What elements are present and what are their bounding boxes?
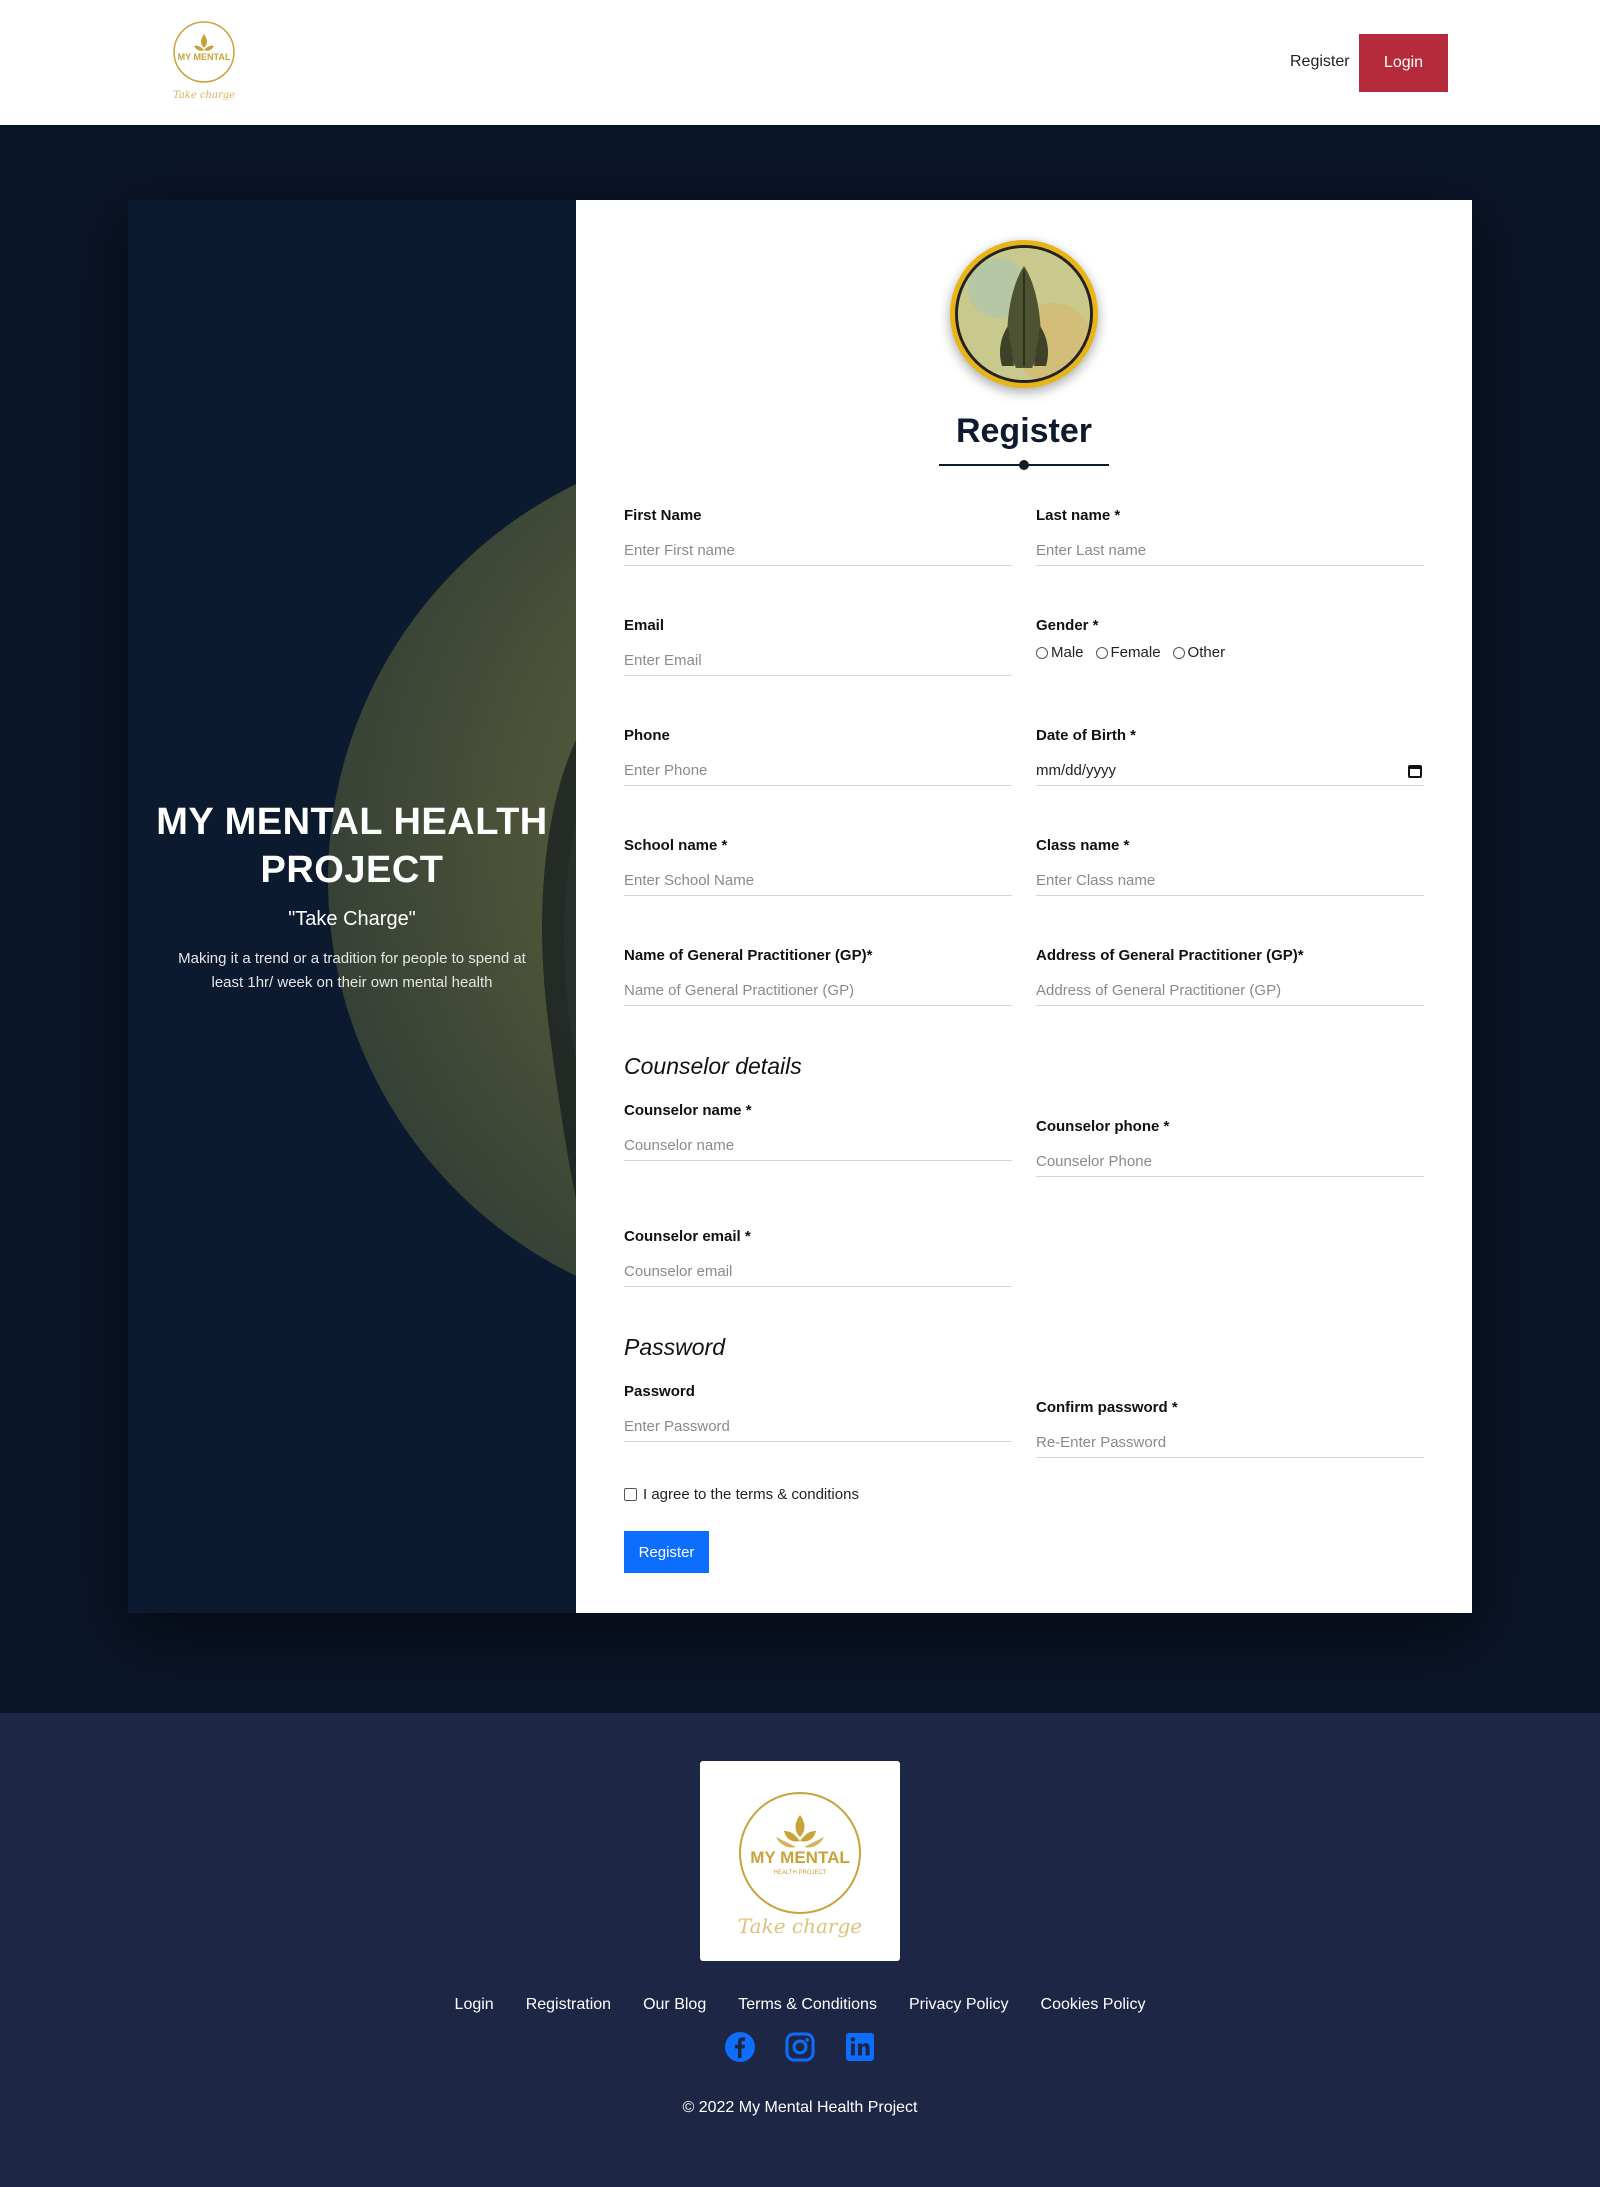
last-name-field: Last name * [1036, 507, 1424, 566]
calendar-icon[interactable] [1408, 765, 1422, 778]
phone-input[interactable] [624, 756, 1012, 786]
counselor-section-heading: Counselor details [624, 1053, 802, 1079]
footer-link-cookies[interactable]: Cookies Policy [1041, 1996, 1146, 2014]
last-name-label: Last name * [1036, 507, 1121, 524]
class-input[interactable] [1036, 866, 1424, 896]
gender-other-option[interactable]: Other [1172, 644, 1225, 661]
hero-panel: MY MENTAL HEALTH PROJECT "Take Charge" M… [128, 200, 576, 1613]
gender-female-option[interactable]: Female [1095, 644, 1161, 661]
email-label: Email [624, 617, 665, 634]
gp-name-label: Name of General Practitioner (GP)* [624, 947, 873, 964]
counselor-name-field: Counselor name * [624, 1102, 1012, 1161]
register-form: Register First Name Last name * Email Ge… [576, 200, 1472, 1613]
email-field: Email [624, 617, 1012, 676]
gp-address-field: Address of General Practitioner (GP)* [1036, 947, 1424, 1006]
footer-links: Login Registration Our Blog Terms & Cond… [0, 1996, 1600, 2014]
school-input[interactable] [624, 866, 1012, 896]
dob-field: Date of Birth * mm/dd/yyyy [1036, 727, 1424, 786]
svg-text:Take charge: Take charge [738, 1914, 862, 1938]
hero-tagline: "Take Charge" [288, 908, 416, 930]
first-name-label: First Name [624, 507, 702, 524]
instagram-icon[interactable] [784, 2031, 816, 2063]
radio-button[interactable] [1172, 646, 1185, 659]
site-footer: MY MENTAL HEALTH PROJECT Take charge Log… [0, 1713, 1600, 2187]
site-header: MY MENTAL Take charge Register Login [0, 0, 1600, 125]
register-submit-button[interactable]: Register [624, 1531, 709, 1573]
copyright: © 2022 My Mental Health Project [682, 2099, 918, 2116]
phone-label: Phone [624, 727, 670, 744]
password-input[interactable] [624, 1412, 1012, 1442]
email-input[interactable] [624, 646, 1012, 676]
social-links [0, 2031, 1600, 2063]
first-name-field: First Name [624, 507, 1012, 566]
gp-name-input[interactable] [624, 976, 1012, 1006]
password-section-heading: Password [624, 1334, 725, 1360]
footer-link-login[interactable]: Login [455, 1996, 494, 2014]
class-label: Class name * [1036, 837, 1130, 854]
counselor-phone-label: Counselor phone * [1036, 1118, 1170, 1135]
svg-text:MY MENTAL: MY MENTAL [178, 52, 231, 62]
svg-text:Take charge: Take charge [173, 90, 235, 101]
counselor-name-input[interactable] [624, 1131, 1012, 1161]
avatar [950, 240, 1098, 388]
counselor-name-label: Counselor name * [624, 1102, 752, 1119]
hero-text: MY MENTAL HEALTH PROJECT "Take Charge" M… [128, 798, 576, 995]
gender-field: Gender * Male Female Other [1036, 617, 1424, 661]
first-name-input[interactable] [624, 536, 1012, 566]
password-field: Password [624, 1383, 1012, 1442]
counselor-phone-field: Counselor phone * [1036, 1118, 1424, 1177]
facebook-icon[interactable] [724, 2031, 756, 2063]
svg-text:MY MENTAL: MY MENTAL [750, 1848, 849, 1867]
school-field: School name * [624, 837, 1012, 896]
hero-description: Making it a trend or a tradition for peo… [178, 950, 526, 991]
gp-name-field: Name of General Practitioner (GP)* [624, 947, 1012, 1006]
dob-value: mm/dd/yyyy [1036, 762, 1117, 779]
counselor-email-label: Counselor email * [624, 1228, 751, 1245]
gender-label: Gender * [1036, 617, 1099, 634]
gp-address-label: Address of General Practitioner (GP)* [1036, 947, 1304, 964]
counselor-phone-input[interactable] [1036, 1147, 1424, 1177]
gender-male-option[interactable]: Male [1036, 644, 1084, 661]
footer-logo[interactable]: MY MENTAL HEALTH PROJECT Take charge [700, 1761, 900, 1961]
dob-label: Date of Birth * [1036, 727, 1137, 744]
class-field: Class name * [1036, 837, 1424, 896]
nav-register-link[interactable]: Register [1290, 53, 1350, 71]
site-logo[interactable]: MY MENTAL Take charge [164, 12, 244, 108]
footer-link-blog[interactable]: Our Blog [643, 1996, 706, 2014]
register-card: MY MENTAL HEALTH PROJECT "Take Charge" M… [128, 200, 1472, 1613]
dob-input[interactable]: mm/dd/yyyy [1036, 756, 1424, 786]
radio-button[interactable] [1095, 646, 1108, 659]
login-button[interactable]: Login [1359, 34, 1448, 92]
terms-checkbox[interactable] [624, 1488, 637, 1501]
linkedin-icon[interactable] [844, 2031, 876, 2063]
radio-button[interactable] [1036, 646, 1048, 659]
terms-label[interactable]: I agree to the terms & conditions [643, 1486, 859, 1503]
form-title: Register [955, 412, 1093, 450]
footer-link-registration[interactable]: Registration [526, 1996, 611, 2014]
confirm-password-label: Confirm password * [1036, 1399, 1178, 1416]
footer-link-privacy[interactable]: Privacy Policy [909, 1996, 1009, 2014]
praying-hands-image [958, 248, 1090, 380]
password-label: Password [624, 1383, 695, 1400]
confirm-password-input[interactable] [1036, 1428, 1424, 1458]
title-dot [1019, 460, 1029, 470]
hero-title: MY MENTAL HEALTH PROJECT [156, 801, 548, 891]
terms-agreement: I agree to the terms & conditions [624, 1486, 859, 1503]
confirm-password-field: Confirm password * [1036, 1399, 1424, 1458]
last-name-input[interactable] [1036, 536, 1424, 566]
footer-link-terms[interactable]: Terms & Conditions [738, 1996, 877, 2014]
counselor-email-input[interactable] [624, 1257, 1012, 1287]
phone-field: Phone [624, 727, 1012, 786]
school-label: School name * [624, 837, 728, 854]
gp-address-input[interactable] [1036, 976, 1424, 1006]
counselor-email-field: Counselor email * [624, 1228, 1012, 1287]
svg-text:HEALTH PROJECT: HEALTH PROJECT [774, 1870, 827, 1876]
